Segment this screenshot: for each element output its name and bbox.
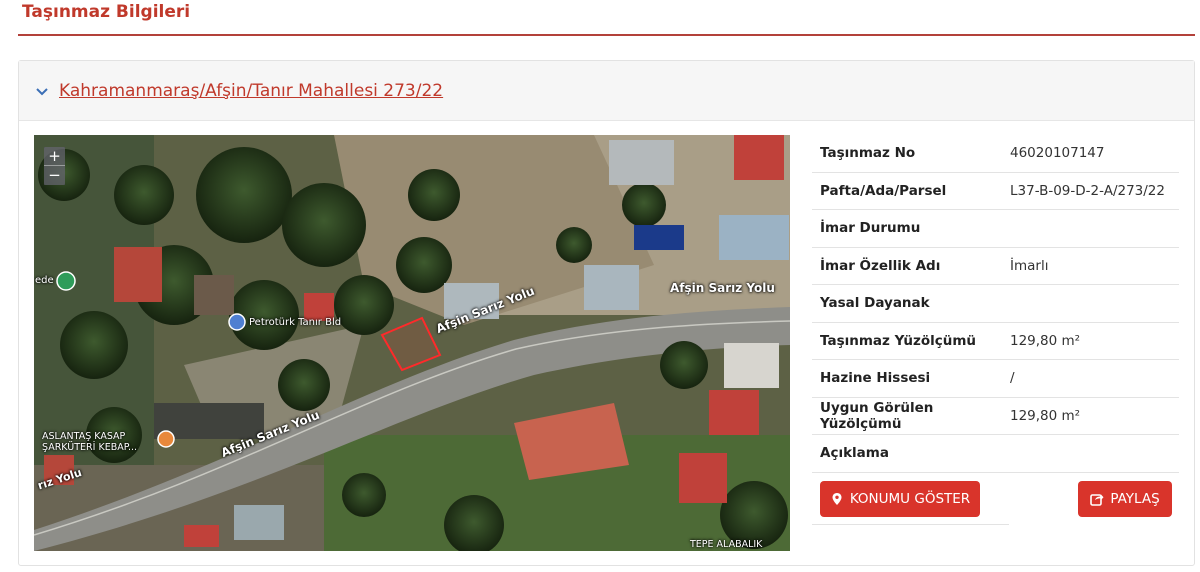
row-value: 129,80 m² <box>1010 407 1081 424</box>
row-label: Uygun Görülen Yüzölçümü <box>820 399 934 432</box>
zoom-out-button[interactable]: − <box>44 166 65 185</box>
title-divider <box>18 34 1195 36</box>
info-row: Açıklama <box>812 435 1179 473</box>
property-info-table: Taşınmaz No 46020107147 Pafta/Ada/Parsel L… <box>812 135 1179 525</box>
map-label-poi: ede <box>35 275 54 286</box>
row-value: 129,80 m² <box>1010 332 1081 349</box>
row-label: Pafta/Ada/Parsel <box>820 182 947 199</box>
row-value: 46020107147 <box>1010 145 1105 162</box>
info-row: Taşınmaz No 46020107147 <box>812 135 1179 173</box>
action-row: KONUMU GÖSTER PAYLAŞ <box>812 473 1179 525</box>
map-marker-icon <box>832 492 842 505</box>
map-label-poi: ŞARKÜTERİ KEBAP... <box>42 442 138 453</box>
map-label-road: Afşin Sarız Yolu <box>670 281 775 295</box>
property-panel: Kahramanmaraş/Afşin/Tanır Mahallesi 273/… <box>18 60 1195 566</box>
property-heading-link[interactable]: Kahramanmaraş/Afşin/Tanır Mahallesi 273/… <box>59 81 443 101</box>
map-label-poi: Petrotürk Tanır Bld <box>249 317 342 328</box>
info-row: Pafta/Ada/Parsel L37-B-09-D-2-A/273/22 <box>812 173 1179 210</box>
page-title: Taşınmaz Bilgileri <box>22 2 191 22</box>
share-label: PAYLAŞ <box>1110 490 1160 507</box>
map-zoom-controls: + − <box>44 147 65 185</box>
row-label: Taşınmaz Yüzölçümü <box>820 332 977 349</box>
share-icon <box>1090 493 1104 506</box>
row-label: Açıklama <box>820 445 889 462</box>
row-label: Yasal Dayanak <box>820 295 930 312</box>
row-value: L37-B-09-D-2-A/273/22 <box>1010 182 1165 199</box>
row-label: İmar Özellik Adı <box>820 257 941 274</box>
info-row: Taşınmaz Yüzölçümü 129,80 m² <box>812 323 1179 360</box>
chevron-down-icon[interactable] <box>33 82 51 100</box>
show-location-button[interactable]: KONUMU GÖSTER <box>820 480 980 517</box>
row-label: Taşınmaz No <box>820 145 916 162</box>
info-row: Hazine Hissesi / <box>812 360 1179 398</box>
row-value: / <box>1010 370 1015 387</box>
show-location-label: KONUMU GÖSTER <box>849 490 971 507</box>
info-row: İmar Durumu <box>812 210 1179 248</box>
satellite-map[interactable]: + − Afşin Sarız Yolu Afşin Sarız Yolu Af… <box>34 135 790 551</box>
zoom-in-button[interactable]: + <box>44 147 65 166</box>
divider <box>812 523 1009 525</box>
row-label: İmar Durumu <box>820 220 921 237</box>
info-row: Yasal Dayanak <box>812 285 1179 323</box>
row-label: Hazine Hissesi <box>820 370 931 387</box>
satellite-imagery <box>34 135 790 551</box>
row-value: İmarlı <box>1010 257 1049 274</box>
map-label-poi: ASLANTAŞ KASAP <box>42 431 126 442</box>
share-button[interactable]: PAYLAŞ <box>1078 480 1172 517</box>
info-row: İmar Özellik Adı İmarlı <box>812 248 1179 285</box>
map-label-poi: TEPE ALABALIK <box>690 539 763 550</box>
panel-header[interactable]: Kahramanmaraş/Afşin/Tanır Mahallesi 273/… <box>19 61 1194 121</box>
info-row: Uygun Görülen Yüzölçümü 129,80 m² <box>812 398 1179 435</box>
